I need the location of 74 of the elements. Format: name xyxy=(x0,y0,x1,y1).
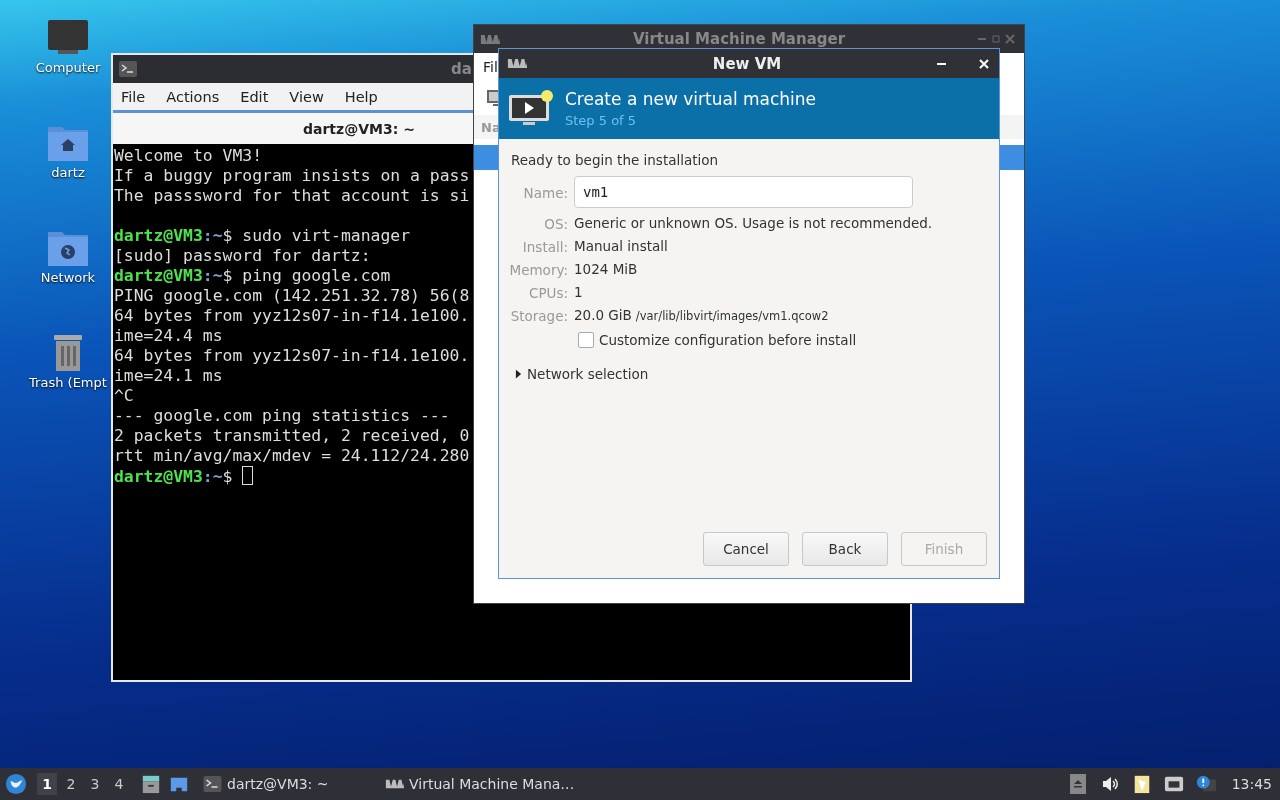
menu-item[interactable]: Edit xyxy=(240,88,269,105)
output-line: rtt min/avg/max/mdev = 24.112/24.280 xyxy=(114,446,470,465)
menu-item[interactable]: View xyxy=(289,88,324,105)
prompt-user: dartz@VM3 xyxy=(114,266,203,285)
intro-text: Ready to begin the installation xyxy=(511,152,719,168)
eject-icon[interactable] xyxy=(1067,774,1088,794)
workspace-button[interactable]: 1 xyxy=(37,773,57,795)
dialog-button[interactable]: Cancel xyxy=(703,532,789,566)
step-indicator: Step 5 of 5 xyxy=(565,113,638,128)
output-line: 2 packets transmitted, 2 received, 0 xyxy=(114,426,470,445)
prompt-path: :~ xyxy=(202,226,223,245)
expander-label[interactable]: Network selection xyxy=(527,366,649,382)
command-text: $ ping google.com xyxy=(222,266,391,285)
expander-arrow-icon[interactable] xyxy=(515,369,522,379)
prompt-user: dartz@VM3 xyxy=(114,226,203,245)
output-line: 64 bytes from yyz12s07-in-f14.1e100. xyxy=(114,346,470,365)
notification-icon[interactable] xyxy=(1195,774,1216,794)
desktop-icon-label[interactable]: Trash (Empt xyxy=(29,375,107,390)
field-label: Memory: xyxy=(509,262,568,278)
taskbar-task[interactable]: Virtual Machine Mana… xyxy=(385,776,575,792)
menu-item[interactable]: Actions xyxy=(166,88,220,105)
minimize-icon[interactable] xyxy=(937,62,946,65)
vm-logo-icon xyxy=(507,58,527,69)
window-title: da xyxy=(451,60,472,78)
command-text: $ xyxy=(222,467,234,486)
desktop-icon-label[interactable]: dartz xyxy=(51,165,85,180)
file-path: /var/lib/libvirt/images/vm1.qcow2 xyxy=(635,309,829,323)
clock[interactable]: 13:45 xyxy=(1231,776,1272,792)
dialog-heading: Create a new virtual machine xyxy=(565,89,817,109)
close-icon[interactable] xyxy=(979,58,989,69)
output-line: Welcome to VM3! xyxy=(114,146,263,165)
taskbar-task[interactable]: dartz@VM3: ~ xyxy=(203,776,385,792)
output-line: 64 bytes from yyz12s07-in-f14.1e100. xyxy=(114,306,470,325)
window-title: New VM xyxy=(711,54,783,73)
window-title: Virtual Machine Manager xyxy=(631,30,847,48)
prompt-user: dartz@VM3 xyxy=(114,467,203,486)
field-label: Storage: xyxy=(510,308,568,324)
output-line: ime=24.1 ms xyxy=(114,366,223,385)
checkbox-label[interactable]: Customize configuration before install xyxy=(599,332,857,348)
bird-logo-icon[interactable] xyxy=(5,773,27,795)
field-label: OS: xyxy=(544,216,568,232)
desktop-icon-label[interactable]: Network xyxy=(40,270,96,285)
workspace-button[interactable]: 3 xyxy=(85,773,105,795)
terminal-icon xyxy=(203,776,222,792)
ethernet-port-icon[interactable] xyxy=(1163,774,1184,794)
dialog-button[interactable]: Back xyxy=(802,532,888,566)
field-label: Name: xyxy=(523,185,568,201)
prompt-path: :~ xyxy=(202,266,223,285)
menu-item[interactable]: Help xyxy=(344,88,378,105)
output-line: ^C xyxy=(114,386,134,405)
terminal-icon xyxy=(119,61,137,77)
name-field[interactable]: vm1 xyxy=(574,176,913,208)
workspace-button[interactable]: 4 xyxy=(109,773,129,795)
vm-logo-icon xyxy=(480,33,500,45)
field-value: 1024 MiB xyxy=(574,261,638,277)
workspace-button[interactable]: 2 xyxy=(61,773,81,795)
output-line: If a buggy program insists on a pass xyxy=(114,166,470,185)
command-text: $ sudo virt-manager xyxy=(222,226,411,245)
field-value: Manual install xyxy=(574,238,668,254)
menu-item[interactable]: File xyxy=(121,88,146,105)
field-label: CPUs: xyxy=(528,285,568,301)
field-value: 20.0 GiB xyxy=(574,307,632,323)
field-value: Generic or unknown OS. Usage is not recommended. xyxy=(574,215,933,231)
file-cabinet-icon[interactable] xyxy=(141,774,161,794)
output-line: ime=24.4 ms xyxy=(114,326,223,345)
output-line: The passsword for that account is si xyxy=(114,186,470,205)
field-label: Install: xyxy=(522,239,568,255)
checkbox[interactable] xyxy=(578,332,594,348)
prompt-path: :~ xyxy=(202,467,223,486)
output-line: [sudo] password for dartz: xyxy=(114,246,371,265)
menu-item[interactable]: Fil xyxy=(483,59,498,75)
output-line: PING google.com (142.251.32.78) 56(8 xyxy=(114,286,470,305)
output-line: --- google.com ping statistics --- xyxy=(114,406,450,425)
field-value: 1 xyxy=(574,284,583,300)
